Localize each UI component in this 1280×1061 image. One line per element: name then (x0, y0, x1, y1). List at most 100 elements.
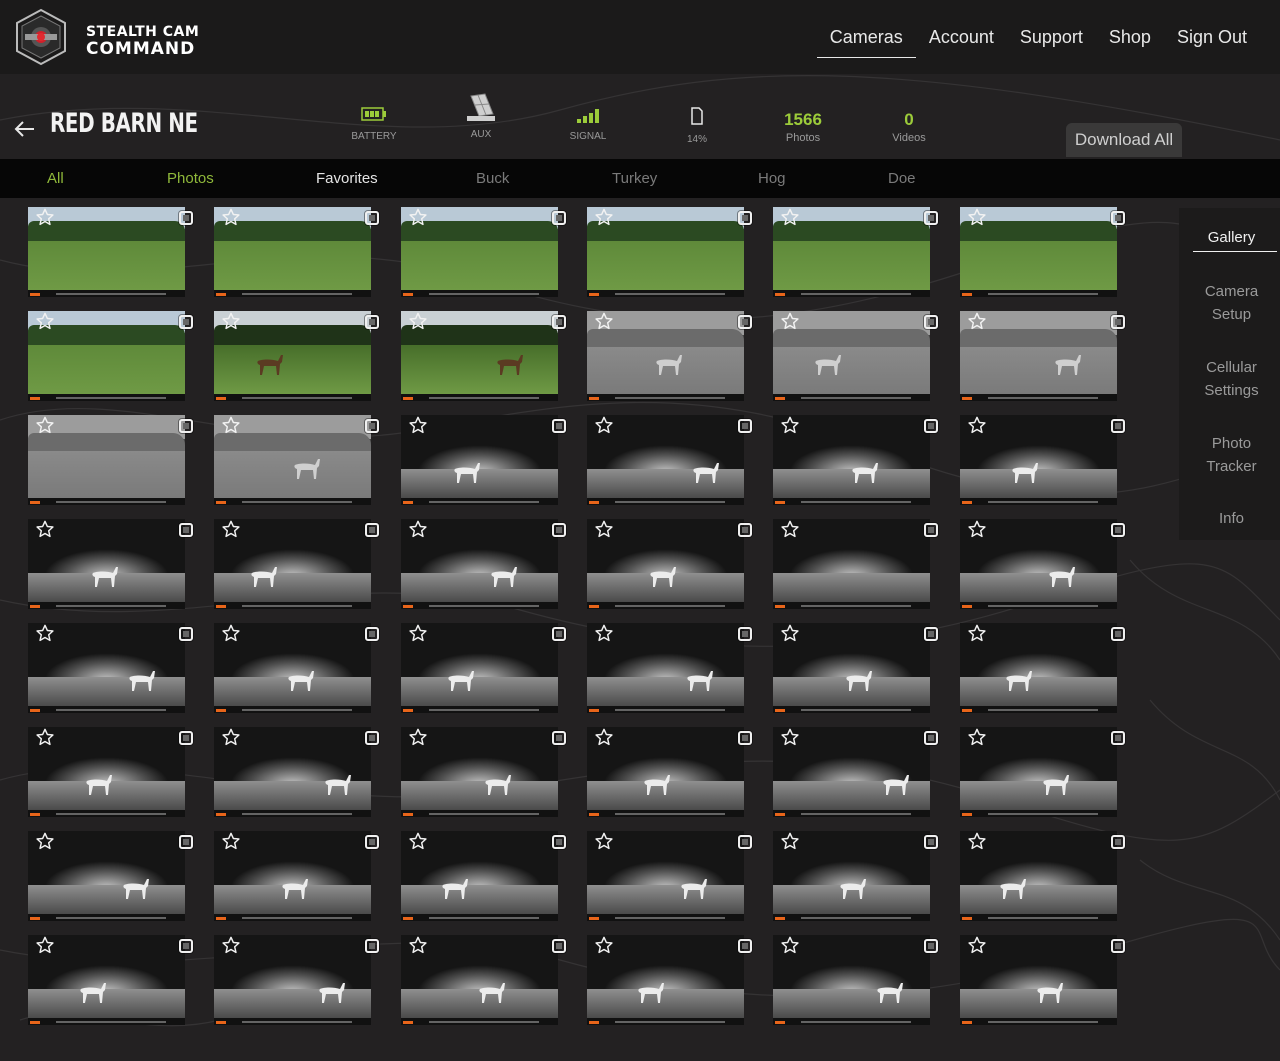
star-outline-icon[interactable] (36, 208, 54, 226)
filter-all[interactable]: All (47, 159, 64, 198)
checkbox-icon[interactable] (179, 419, 193, 433)
star-outline-icon[interactable] (968, 832, 986, 850)
star-outline-icon[interactable] (595, 624, 613, 642)
side-item-photo-tracker[interactable]: Photo Tracker (1179, 432, 1280, 478)
checkbox-icon[interactable] (179, 315, 193, 329)
checkbox-icon[interactable] (1111, 419, 1125, 433)
checkbox-icon[interactable] (365, 731, 379, 745)
checkbox-icon[interactable] (552, 419, 566, 433)
star-outline-icon[interactable] (595, 208, 613, 226)
checkbox-icon[interactable] (179, 939, 193, 953)
checkbox-icon[interactable] (924, 731, 938, 745)
checkbox-icon[interactable] (552, 731, 566, 745)
checkbox-icon[interactable] (924, 523, 938, 537)
star-outline-icon[interactable] (222, 936, 240, 954)
star-outline-icon[interactable] (409, 832, 427, 850)
star-outline-icon[interactable] (968, 936, 986, 954)
star-outline-icon[interactable] (595, 728, 613, 746)
star-outline-icon[interactable] (781, 728, 799, 746)
star-outline-icon[interactable] (222, 832, 240, 850)
star-outline-icon[interactable] (222, 520, 240, 538)
checkbox-icon[interactable] (365, 315, 379, 329)
star-outline-icon[interactable] (222, 208, 240, 226)
checkbox-icon[interactable] (1111, 315, 1125, 329)
star-outline-icon[interactable] (968, 416, 986, 434)
filter-favorites[interactable]: Favorites (316, 159, 378, 198)
checkbox-icon[interactable] (552, 835, 566, 849)
checkbox-icon[interactable] (552, 627, 566, 641)
checkbox-icon[interactable] (738, 939, 752, 953)
checkbox-icon[interactable] (924, 835, 938, 849)
star-outline-icon[interactable] (968, 624, 986, 642)
checkbox-icon[interactable] (365, 523, 379, 537)
nav-shop[interactable]: Shop (1096, 0, 1164, 74)
star-outline-icon[interactable] (781, 208, 799, 226)
checkbox-icon[interactable] (179, 627, 193, 641)
nav-cameras[interactable]: Cameras (816, 0, 916, 74)
side-item-camera-setup[interactable]: Camera Setup (1179, 280, 1280, 326)
checkbox-icon[interactable] (179, 211, 193, 225)
star-outline-icon[interactable] (409, 312, 427, 330)
filter-doe[interactable]: Doe (888, 159, 916, 198)
nav-sign-out[interactable]: Sign Out (1164, 0, 1260, 74)
star-outline-icon[interactable] (222, 416, 240, 434)
star-outline-icon[interactable] (409, 728, 427, 746)
side-item-cellular-settings[interactable]: Cellular Settings (1179, 356, 1280, 402)
star-outline-icon[interactable] (36, 728, 54, 746)
star-outline-icon[interactable] (36, 936, 54, 954)
checkbox-icon[interactable] (365, 211, 379, 225)
star-outline-icon[interactable] (595, 312, 613, 330)
checkbox-icon[interactable] (552, 523, 566, 537)
star-outline-icon[interactable] (968, 312, 986, 330)
checkbox-icon[interactable] (924, 419, 938, 433)
checkbox-icon[interactable] (365, 419, 379, 433)
star-outline-icon[interactable] (222, 312, 240, 330)
star-outline-icon[interactable] (595, 416, 613, 434)
checkbox-icon[interactable] (1111, 835, 1125, 849)
checkbox-icon[interactable] (552, 939, 566, 953)
star-outline-icon[interactable] (36, 312, 54, 330)
download-all-button[interactable]: Download All (1066, 123, 1182, 157)
checkbox-icon[interactable] (179, 731, 193, 745)
star-outline-icon[interactable] (595, 520, 613, 538)
stealth-cam-logo[interactable]: STEALTH CAM COMMAND (14, 8, 214, 66)
star-outline-icon[interactable] (409, 416, 427, 434)
checkbox-icon[interactable] (738, 523, 752, 537)
side-item-gallery[interactable]: Gallery (1179, 226, 1280, 252)
star-outline-icon[interactable] (781, 520, 799, 538)
checkbox-icon[interactable] (365, 835, 379, 849)
filter-hog[interactable]: Hog (758, 159, 786, 198)
checkbox-icon[interactable] (365, 627, 379, 641)
star-outline-icon[interactable] (781, 624, 799, 642)
checkbox-icon[interactable] (924, 211, 938, 225)
checkbox-icon[interactable] (924, 627, 938, 641)
checkbox-icon[interactable] (738, 731, 752, 745)
checkbox-icon[interactable] (552, 315, 566, 329)
filter-buck[interactable]: Buck (476, 159, 509, 198)
checkbox-icon[interactable] (552, 211, 566, 225)
nav-account[interactable]: Account (916, 0, 1007, 74)
checkbox-icon[interactable] (1111, 939, 1125, 953)
star-outline-icon[interactable] (222, 728, 240, 746)
star-outline-icon[interactable] (968, 208, 986, 226)
star-outline-icon[interactable] (36, 624, 54, 642)
star-outline-icon[interactable] (222, 624, 240, 642)
checkbox-icon[interactable] (179, 835, 193, 849)
back-arrow-icon[interactable] (12, 117, 38, 141)
star-outline-icon[interactable] (36, 832, 54, 850)
star-outline-icon[interactable] (781, 832, 799, 850)
checkbox-icon[interactable] (1111, 523, 1125, 537)
checkbox-icon[interactable] (1111, 211, 1125, 225)
checkbox-icon[interactable] (1111, 731, 1125, 745)
star-outline-icon[interactable] (409, 624, 427, 642)
checkbox-icon[interactable] (738, 211, 752, 225)
star-outline-icon[interactable] (781, 312, 799, 330)
filter-photos[interactable]: Photos (167, 159, 214, 198)
star-outline-icon[interactable] (595, 936, 613, 954)
checkbox-icon[interactable] (738, 419, 752, 433)
checkbox-icon[interactable] (179, 523, 193, 537)
star-outline-icon[interactable] (968, 728, 986, 746)
videos-count-status[interactable]: 0 Videos (864, 110, 954, 144)
checkbox-icon[interactable] (924, 315, 938, 329)
nav-support[interactable]: Support (1007, 0, 1096, 74)
